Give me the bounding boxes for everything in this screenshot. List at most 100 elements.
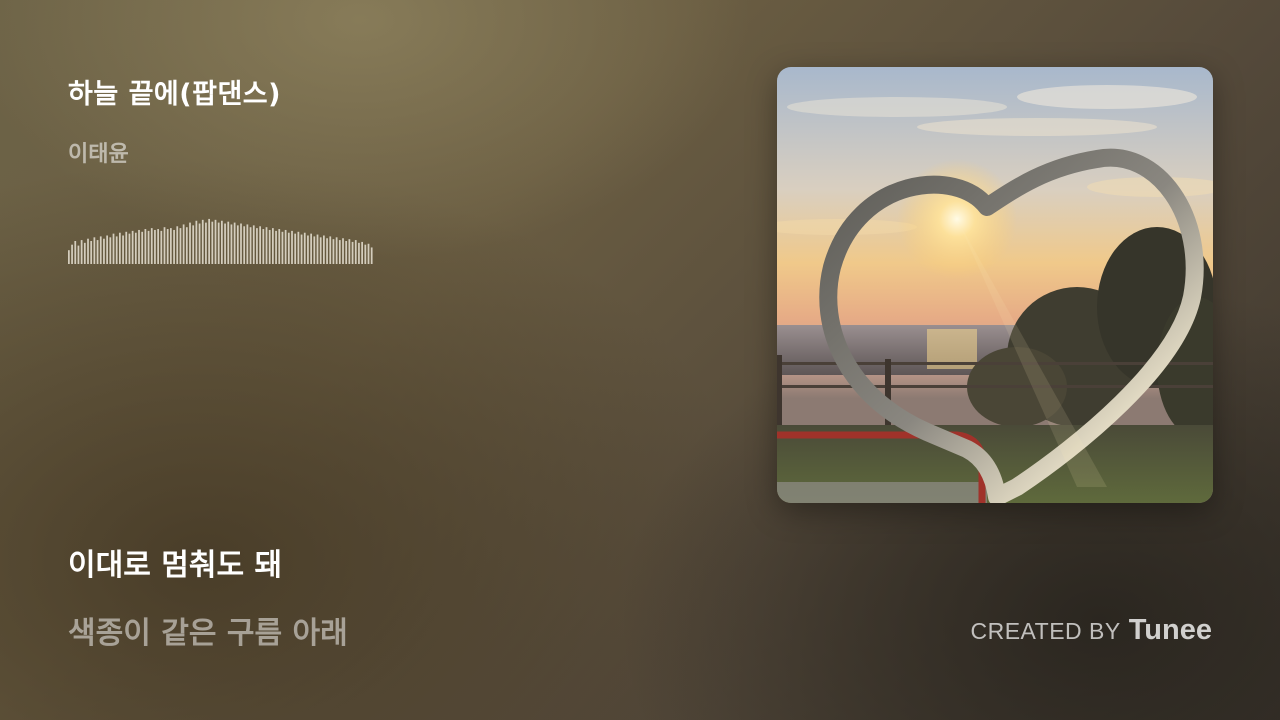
waveform-bar	[335, 237, 338, 264]
waveform-bar	[71, 244, 73, 264]
waveform-bar	[364, 244, 367, 264]
waveform-bar	[77, 245, 80, 264]
waveform-bar	[150, 228, 153, 264]
waveform-bar	[319, 237, 322, 264]
waveform-bar	[233, 222, 236, 264]
waveform-bar	[125, 231, 128, 264]
waveform-bar	[192, 225, 195, 264]
waveform-bar	[80, 240, 83, 264]
waveform-bar	[224, 223, 226, 264]
waveform-bar	[316, 234, 319, 264]
waveform-bar	[313, 236, 316, 264]
artist-name: 이태윤	[68, 142, 129, 167]
waveform-bar	[208, 218, 210, 264]
waveform-bar	[358, 242, 360, 264]
song-title: 하늘 끝에(팝댄스)	[68, 79, 281, 110]
waveform-bar	[119, 232, 121, 264]
waveform-bar	[154, 229, 156, 264]
waveform-bar	[138, 229, 140, 264]
waveform-bar	[109, 237, 112, 264]
waveform-bar	[141, 231, 144, 264]
waveform-bar	[303, 232, 306, 264]
waveform-bar	[338, 240, 341, 264]
waveform-bar	[173, 229, 175, 264]
waveform-bar	[217, 222, 220, 264]
waveform-bar	[342, 238, 344, 264]
waveform-bar	[252, 225, 255, 264]
lyric-next-line: 색종이 같은 구름 아래	[68, 616, 348, 651]
waveform-bar	[367, 243, 370, 264]
waveform-bar	[99, 236, 102, 264]
waveform-bar	[122, 235, 124, 264]
waveform-bar	[221, 220, 223, 264]
waveform-bar	[284, 229, 287, 264]
waveform-bar	[323, 235, 325, 264]
lyric-current-line: 이대로 멈춰도 돼	[68, 548, 283, 583]
waveform-bar	[160, 230, 163, 264]
waveform-bar	[93, 237, 96, 264]
waveform-bar	[236, 225, 239, 264]
waveform-bar	[370, 247, 373, 264]
waveform-bar	[182, 224, 185, 264]
waveform-bar	[211, 221, 214, 264]
waveform-bar	[297, 231, 300, 264]
audio-waveform	[68, 218, 373, 264]
waveform-bar	[345, 241, 348, 264]
waveform-bar	[115, 236, 118, 264]
waveform-bar	[291, 230, 293, 264]
waveform-bar	[103, 238, 105, 264]
waveform-bar	[157, 229, 159, 264]
waveform-bar	[281, 231, 284, 264]
waveform-bar	[240, 223, 242, 264]
waveform-bar	[195, 220, 198, 264]
waveform-bar	[351, 241, 354, 264]
waveform-bar	[166, 229, 169, 264]
waveform-bar	[128, 233, 131, 264]
waveform-bar	[112, 233, 115, 264]
album-cover-image	[777, 67, 1213, 503]
waveform-bar	[361, 241, 363, 264]
waveform-bar	[227, 221, 230, 264]
waveform-bar	[106, 235, 108, 264]
waveform-bar	[179, 228, 182, 264]
waveform-bar	[198, 223, 201, 264]
waveform-bar	[272, 228, 274, 264]
credit-footer: CREATED BY Tunee	[970, 614, 1212, 647]
waveform-bar	[189, 222, 191, 264]
waveform-bar	[326, 238, 328, 264]
waveform-bar	[294, 233, 297, 264]
waveform-bar	[83, 242, 86, 264]
waveform-bar	[74, 241, 77, 264]
waveform-bar	[278, 229, 281, 264]
waveform-bar	[256, 228, 258, 264]
credit-prefix: CREATED BY	[970, 618, 1121, 644]
waveform-bar	[268, 229, 271, 264]
waveform-bar	[163, 227, 166, 264]
waveform-bar	[354, 240, 357, 264]
waveform-bar	[96, 240, 99, 264]
waveform-bar	[262, 229, 265, 264]
waveform-bar	[275, 230, 277, 264]
waveform-bar	[300, 234, 303, 264]
waveform-bar	[249, 227, 252, 264]
waveform-bar	[134, 232, 137, 264]
waveform-bar	[243, 226, 246, 264]
waveform-bar	[144, 229, 147, 264]
waveform-bar	[287, 232, 290, 264]
waveform-bar	[170, 228, 172, 264]
waveform-bar	[176, 226, 179, 264]
waveform-bar	[246, 224, 249, 264]
waveform-bar	[332, 239, 335, 264]
waveform-bar	[307, 235, 309, 264]
waveform-bar	[259, 226, 261, 264]
waveform-bar	[68, 250, 70, 264]
waveform-bar	[185, 227, 188, 264]
waveform-bar	[310, 233, 312, 264]
waveform-bar	[131, 230, 134, 264]
waveform-bar	[90, 241, 93, 264]
waveform-bar	[265, 227, 268, 264]
waveform-bar	[348, 239, 351, 264]
waveform-bar	[87, 238, 89, 264]
waveform-bar	[214, 219, 217, 264]
waveform-bar	[201, 219, 204, 264]
